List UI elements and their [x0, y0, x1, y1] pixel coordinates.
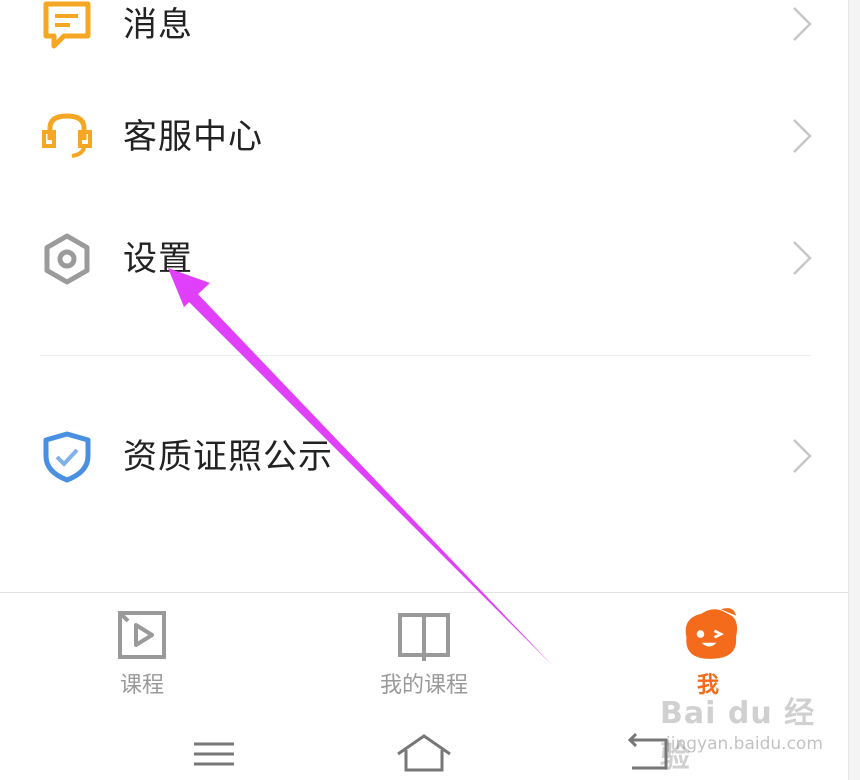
tab-my-courses[interactable]: 我的课程	[324, 593, 524, 711]
menu-item-label: 资质证照公示	[123, 437, 333, 477]
settings-hex-icon	[44, 233, 90, 285]
tab-courses[interactable]: 课程	[42, 593, 242, 711]
watermark: Bai du 经验 jingyan.baidu.com	[660, 688, 830, 775]
tab-label: 课程	[119, 673, 164, 698]
headset-icon	[42, 113, 92, 158]
menu-item-label: 设置	[123, 239, 193, 279]
avatar-face-icon	[685, 608, 738, 659]
message-icon	[43, 1, 91, 49]
chevron-right-icon	[793, 119, 812, 153]
menu-item-settings[interactable]: 设置	[0, 214, 848, 304]
watermark-url: jingyan.baidu.com	[666, 734, 823, 754]
home-icon[interactable]	[394, 730, 454, 776]
menu-item-label: 消息	[123, 5, 193, 45]
menu-item-label: 客服中心	[123, 117, 263, 157]
chevron-right-icon	[793, 241, 812, 275]
menu-item-messages[interactable]: 消息	[0, 0, 848, 70]
scroll-edge	[848, 0, 860, 780]
book-icon	[398, 613, 450, 661]
menu-item-qualifications[interactable]: 资质证照公示	[0, 412, 848, 502]
menu-icon[interactable]	[184, 730, 244, 776]
menu-item-customer-service[interactable]: 客服中心	[0, 92, 848, 182]
chevron-right-icon	[793, 7, 812, 41]
section-divider	[40, 355, 810, 356]
shield-check-icon	[43, 431, 91, 483]
play-box-icon	[118, 611, 166, 659]
tab-label: 我的课程	[379, 673, 468, 698]
chevron-right-icon	[793, 439, 812, 473]
watermark-logo: Bai du 经验	[660, 696, 816, 775]
